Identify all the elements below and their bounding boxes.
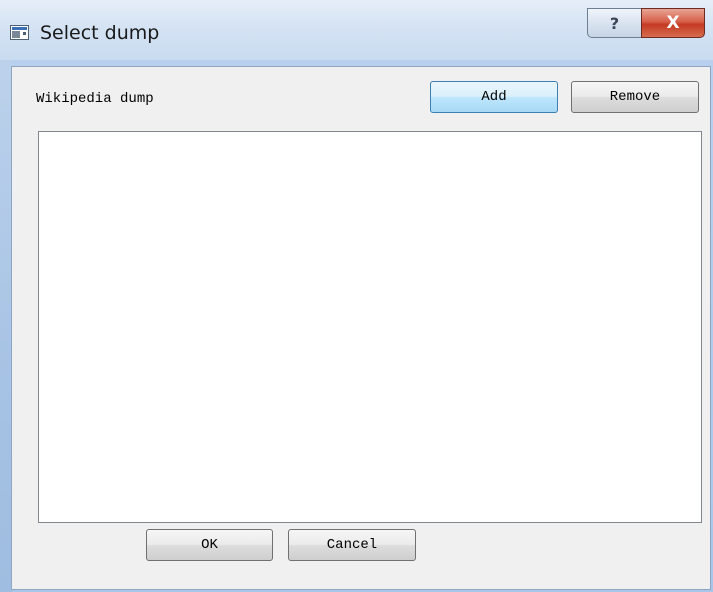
window-app-icon: [10, 25, 29, 40]
window-title: Select dump: [40, 22, 160, 44]
add-button[interactable]: Add: [430, 81, 558, 113]
remove-button[interactable]: Remove: [571, 81, 699, 113]
ok-button[interactable]: OK: [146, 529, 273, 561]
dump-list[interactable]: [38, 131, 702, 523]
select-dump-dialog: Select dump ? X Wikipedia dump Add Remov…: [0, 0, 713, 592]
dialog-client-area: Wikipedia dump Add Remove OK Cancel: [11, 66, 711, 590]
close-icon: X: [666, 13, 680, 33]
title-bar[interactable]: Select dump ? X: [0, 0, 713, 60]
help-icon: ?: [609, 13, 620, 33]
close-button[interactable]: X: [641, 8, 705, 38]
wikipedia-dump-label: Wikipedia dump: [36, 91, 154, 107]
help-button[interactable]: ?: [587, 8, 642, 38]
cancel-button[interactable]: Cancel: [288, 529, 416, 561]
